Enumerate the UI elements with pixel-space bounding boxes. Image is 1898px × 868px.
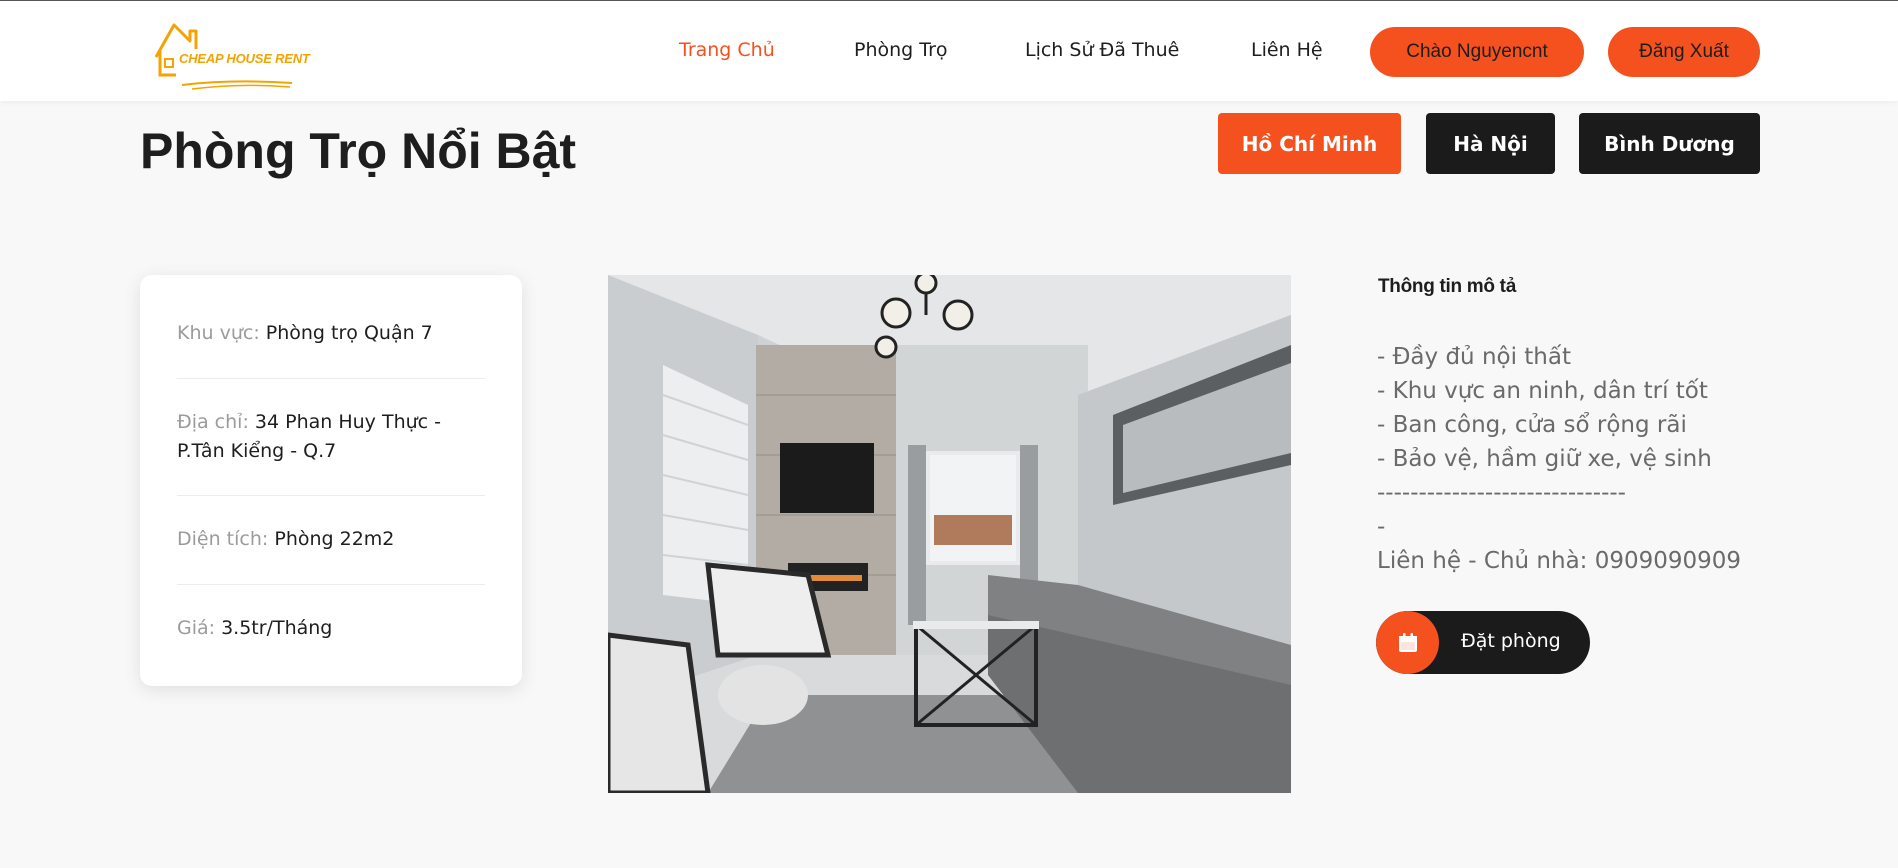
description-line: - Đầy đủ nội thất: [1377, 344, 1571, 370]
info-row-area: Khu vực: Phòng trọ Quận 7: [177, 275, 485, 379]
size-label: Diện tích:: [177, 528, 269, 550]
calendar-icon: [1398, 632, 1417, 652]
area-value: Phòng trọ Quận 7: [265, 322, 433, 344]
info-row-size: Diện tích: Phòng 22m2: [177, 496, 485, 585]
price-value: 3.5tr/Tháng: [221, 617, 333, 639]
description-divider: -: [1377, 514, 1386, 540]
site-logo[interactable]: CHEAP HOUSE RENT: [152, 21, 310, 93]
city-filter-ha-noi[interactable]: Hà Nội: [1426, 113, 1555, 174]
listing-info-card: Khu vực: Phòng trọ Quận 7 Địa chỉ: 34 Ph…: [140, 275, 522, 686]
description-divider: ------------------------------: [1377, 480, 1626, 506]
price-label: Giá:: [177, 617, 216, 639]
info-row-price: Giá: 3.5tr/Tháng: [177, 585, 485, 643]
info-row-address: Địa chỉ: 34 Phan Huy Thực - P.Tân Kiểng …: [177, 379, 485, 496]
area-label: Khu vực:: [177, 322, 260, 344]
greeting-button[interactable]: Chào Nguyencnt: [1370, 27, 1584, 77]
city-filter-binh-duong[interactable]: Bình Dương: [1579, 113, 1760, 174]
nav-rental-history[interactable]: Lịch Sử Đã Thuê: [1025, 39, 1179, 61]
nav-rooms[interactable]: Phòng Trọ: [854, 39, 948, 61]
description-title: Thông tin mô tả: [1378, 276, 1516, 297]
logout-button[interactable]: Đăng Xuất: [1608, 27, 1760, 77]
nav-home[interactable]: Trang Chủ: [679, 39, 775, 61]
page-title: Phòng Trọ Nổi Bật: [140, 123, 577, 179]
description-text: - Đầy đủ nội thất - Khu vực an ninh, dân…: [1377, 340, 1757, 578]
description-line: - Khu vực an ninh, dân trí tốt: [1377, 378, 1708, 404]
site-header: CHEAP HOUSE RENT Trang Chủ Phòng Trọ Lịc…: [0, 0, 1898, 101]
nav-contact[interactable]: Liên Hệ: [1251, 39, 1323, 61]
description-line: - Bảo vệ, hầm giữ xe, vệ sinh: [1377, 446, 1712, 472]
address-label: Địa chỉ:: [177, 411, 249, 433]
logo-text: CHEAP HOUSE RENT: [179, 51, 310, 66]
landlord-contact: Liên hệ - Chủ nhà: 0909090909: [1377, 548, 1742, 574]
city-filter-ho-chi-minh[interactable]: Hồ Chí Minh: [1218, 113, 1401, 174]
book-icon-wrap: [1376, 611, 1439, 674]
room-photo[interactable]: [608, 275, 1291, 793]
book-room-label: Đặt phòng: [1461, 630, 1561, 652]
living-room-illustration: [608, 275, 1291, 793]
book-room-button[interactable]: Đặt phòng: [1376, 611, 1590, 674]
description-line: - Ban công, cửa sổ rộng rãi: [1377, 412, 1687, 438]
size-value: Phòng 22m2: [274, 528, 395, 550]
